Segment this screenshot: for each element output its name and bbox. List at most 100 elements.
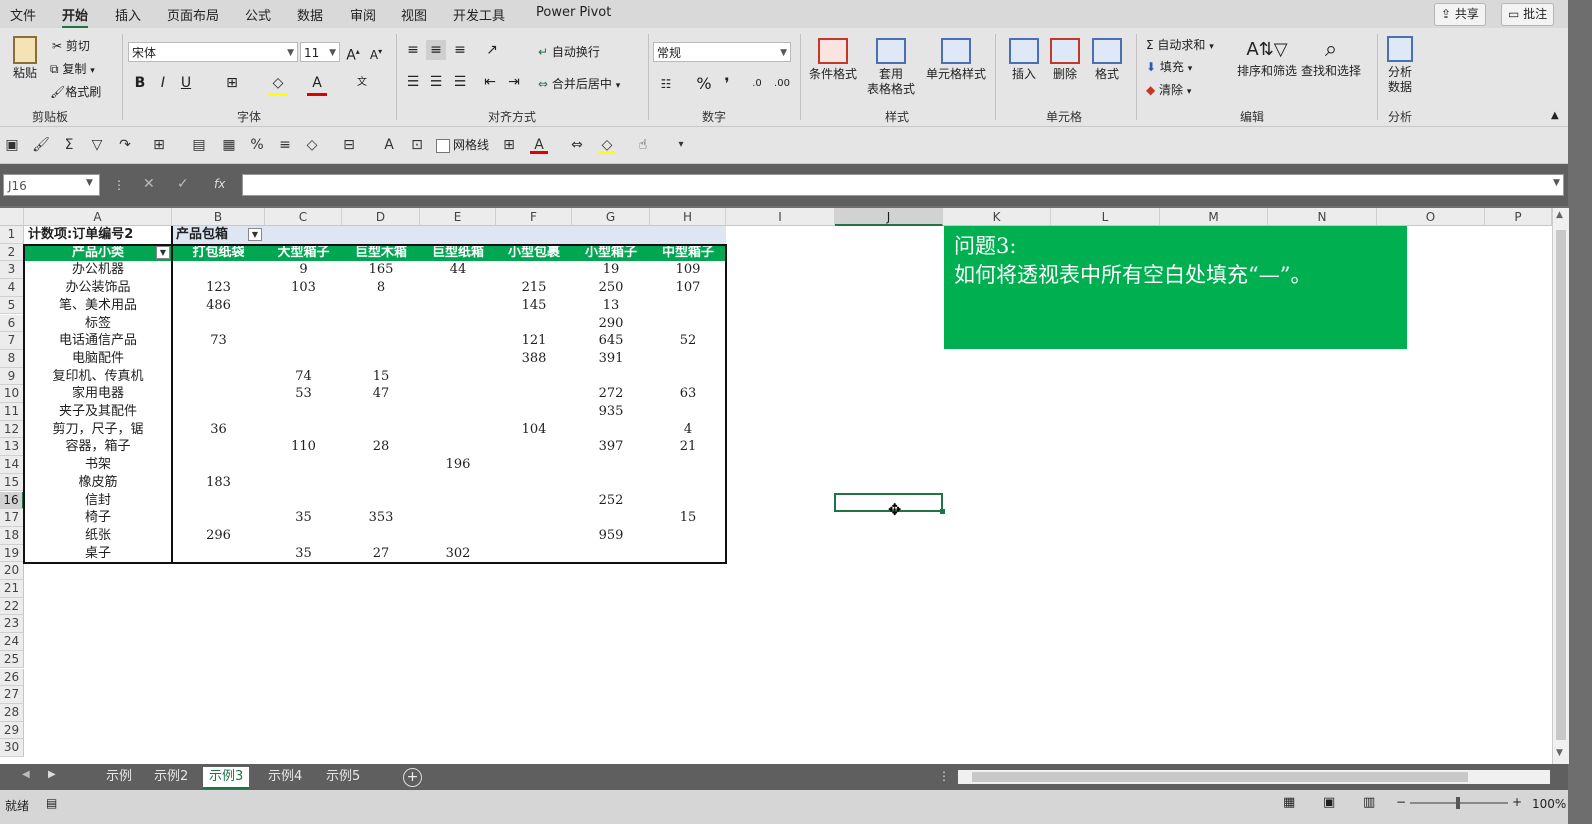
pivot-value-cell[interactable]: 52 [650,332,726,350]
copy-button[interactable]: ⧉ 复制 ▾ [50,60,95,77]
pivot-value-cell[interactable] [265,474,342,492]
column-header-k[interactable]: K [943,208,1051,226]
sheet-tab[interactable]: 示例4 [262,767,308,787]
tab-view[interactable]: 视图 [401,5,427,24]
scroll-up-icon[interactable]: ▲ [1556,210,1563,220]
font-name-select[interactable]: 宋体 ▼ [128,42,298,62]
autosum-button[interactable]: Σ 自动求和 ▾ [1146,36,1214,53]
pivot-value-cell[interactable]: 109 [650,261,726,279]
font-size-select[interactable]: 11 ▼ [300,42,340,62]
pivot-row-label[interactable]: 电脑配件 [24,350,172,368]
pivot-row-label[interactable]: 桌子 [24,545,172,563]
customize-qat-icon[interactable]: ▾ [672,136,690,154]
pivot-value-cell[interactable] [650,315,726,333]
pivot-value-cell[interactable] [650,545,726,563]
expand-formula-icon[interactable]: ▼ [1553,178,1560,188]
pivot-value-cell[interactable] [496,368,572,386]
pivot-value-cell[interactable] [172,403,265,421]
pivot-value-cell[interactable] [496,261,572,279]
pivot-value-cell[interactable]: 53 [265,385,342,403]
pivot-value-cell[interactable] [342,332,420,350]
pivot-value-cell[interactable] [650,492,726,510]
row-header-4[interactable]: 4 [0,279,24,297]
insert-icon[interactable]: ⊟ [340,136,358,154]
pivot-row-label[interactable]: 办公装饰品 [24,279,172,297]
pivot-value-cell[interactable] [342,421,420,439]
pivot-value-cell[interactable] [420,438,496,456]
chevron-down-icon[interactable]: ▼ [86,178,93,188]
pivot-value-cell[interactable] [420,509,496,527]
pivot-value-cell[interactable] [172,492,265,510]
table-icon[interactable]: ⊞ [150,136,168,154]
cancel-icon[interactable]: ✕ [143,176,155,192]
pivot-value-cell[interactable] [572,545,650,563]
tab-home[interactable]: 开始 [62,5,89,29]
pivot-value-cell[interactable] [265,527,342,545]
pivot-row-label[interactable]: 笔、美术用品 [24,297,172,315]
decrease-font-icon[interactable]: A▾ [366,42,386,62]
normal-view-icon[interactable]: ▦ [1283,795,1295,810]
pivot-column-header[interactable]: 小型包裹 [496,243,572,262]
pivot-value-cell[interactable] [496,545,572,563]
percent-button[interactable]: % [694,74,714,94]
row-header-27[interactable]: 27 [0,686,24,704]
row-header-15[interactable]: 15 [0,473,24,492]
pivot-value-cell[interactable]: 44 [420,261,496,279]
accounting-icon[interactable]: ☷ [656,74,676,94]
increase-decimal-icon[interactable]: .0 [747,74,767,94]
insert-cells-button[interactable]: 插入 [1006,38,1042,82]
pivot-value-cell[interactable] [172,350,265,368]
pivot-value-cell[interactable]: 74 [265,368,342,386]
pivot-value-cell[interactable] [172,385,265,403]
tab-developer[interactable]: 开发工具 [453,5,505,24]
tab-review[interactable]: 审阅 [350,5,376,24]
pivot-value-cell[interactable] [496,438,572,456]
pivot-value-cell[interactable]: 353 [342,509,420,527]
pivot-value-cell[interactable] [172,438,265,456]
pivot-value-cell[interactable] [420,332,496,350]
tab-power-pivot[interactable]: Power Pivot [536,5,611,20]
orientation-icon[interactable]: ↗ [482,40,502,60]
pivot-row-field[interactable]: 产品小类 [24,243,172,262]
row-header-9[interactable]: 9 [0,367,24,386]
pivot-value-cell[interactable] [342,297,420,315]
eraser-icon[interactable]: ◇ [303,136,321,154]
column-filter-dropdown-icon[interactable]: ▼ [248,228,262,241]
pivot-column-header[interactable]: 小型箱子 [572,243,650,262]
align-left-icon[interactable]: ☰ [403,72,423,92]
cell-styles-button[interactable]: 单元格样式 [924,38,988,82]
row-header-6[interactable]: 6 [0,314,24,333]
sort-filter-button[interactable]: A⇅▽ 排序和筛选 [1236,36,1298,79]
pivot-row-label[interactable]: 剪刀，尺子，锯 [24,421,172,439]
pivot-value-cell[interactable]: 4 [650,421,726,439]
pivot-value-cell[interactable] [420,403,496,421]
format-as-table-button[interactable]: 套用 表格格式 [862,38,920,97]
column-header-i[interactable]: I [726,208,835,226]
border-icon[interactable]: ⊞ [222,73,242,93]
column-header-n[interactable]: N [1268,208,1377,226]
pivot-value-cell[interactable] [572,474,650,492]
pivot-value-cell[interactable]: 296 [172,527,265,545]
pivot-row-label[interactable]: 夹子及其配件 [24,403,172,421]
pivot-value-cell[interactable]: 15 [342,368,420,386]
row-header-12[interactable]: 12 [0,420,24,439]
pivot-value-cell[interactable]: 252 [572,492,650,510]
pivot-value-cell[interactable] [572,421,650,439]
column-header-o[interactable]: O [1377,208,1485,226]
pivot-value-cell[interactable]: 645 [572,332,650,350]
collapse-ribbon-icon[interactable]: ▲ [1551,110,1559,121]
pivot-value-cell[interactable]: 397 [572,438,650,456]
row-header-5[interactable]: 5 [0,296,24,315]
tab-data[interactable]: 数据 [297,5,323,24]
font-size-icon[interactable]: A [380,136,398,154]
analyze-data-button[interactable]: 分析 数据 [1383,36,1417,95]
pivot-value-cell[interactable] [265,297,342,315]
pivot-value-cell[interactable] [650,527,726,545]
column-header-p[interactable]: P [1485,208,1552,226]
pivot-row-label[interactable]: 办公机器 [24,261,172,279]
row-filter-dropdown-icon[interactable]: ▼ [156,245,170,259]
align-bottom-icon[interactable]: ≡ [450,40,470,60]
row-header-26[interactable]: 26 [0,668,24,687]
pivot-column-header[interactable]: 中型箱子 [650,243,726,262]
pivot-row-label[interactable]: 纸张 [24,527,172,545]
